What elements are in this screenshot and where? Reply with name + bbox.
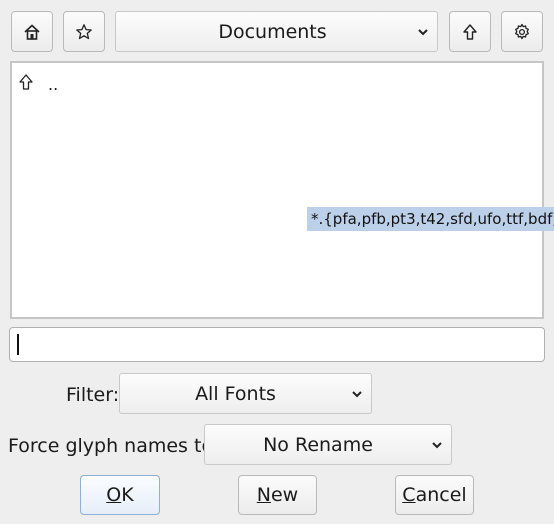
settings-button[interactable] [501, 11, 543, 52]
new-button-label: New [256, 484, 299, 506]
file-list[interactable]: .. [10, 61, 544, 319]
directory-dropdown[interactable]: Documents [115, 11, 438, 52]
home-icon [23, 23, 41, 41]
arrow-up-icon [18, 73, 34, 91]
cancel-button-label: Cancel [402, 484, 467, 506]
chevron-down-icon [343, 390, 371, 398]
list-item[interactable]: .. [18, 69, 58, 94]
filter-pattern-tooltip: *.{pfa,pfb,pt3,t42,sfd,ufo,ttf,bdf,otf,o… [307, 207, 554, 231]
list-item-label: .. [48, 75, 59, 94]
force-glyph-label: Force glyph names to: [8, 435, 220, 457]
ok-button-label: OK [106, 484, 134, 506]
bookmarks-button[interactable] [63, 11, 105, 52]
filter-value: All Fonts [195, 382, 276, 405]
gear-icon [513, 23, 531, 41]
directory-label: Documents [218, 20, 327, 43]
force-glyph-value: No Rename [263, 433, 373, 456]
new-button[interactable]: New [238, 475, 317, 515]
filename-input[interactable] [9, 327, 545, 362]
parent-directory-button[interactable] [449, 11, 491, 52]
ok-button[interactable]: OK [80, 475, 160, 515]
filter-dropdown[interactable]: All Fonts [119, 373, 372, 414]
force-glyph-dropdown[interactable]: No Rename [204, 424, 452, 465]
chevron-down-icon [409, 28, 437, 36]
home-button[interactable] [11, 11, 53, 52]
star-icon [75, 23, 93, 41]
filter-label: Filter: [66, 384, 120, 406]
chevron-down-icon [423, 441, 451, 449]
text-cursor [17, 334, 19, 355]
arrow-up-icon [462, 23, 478, 41]
cancel-button[interactable]: Cancel [395, 475, 474, 515]
